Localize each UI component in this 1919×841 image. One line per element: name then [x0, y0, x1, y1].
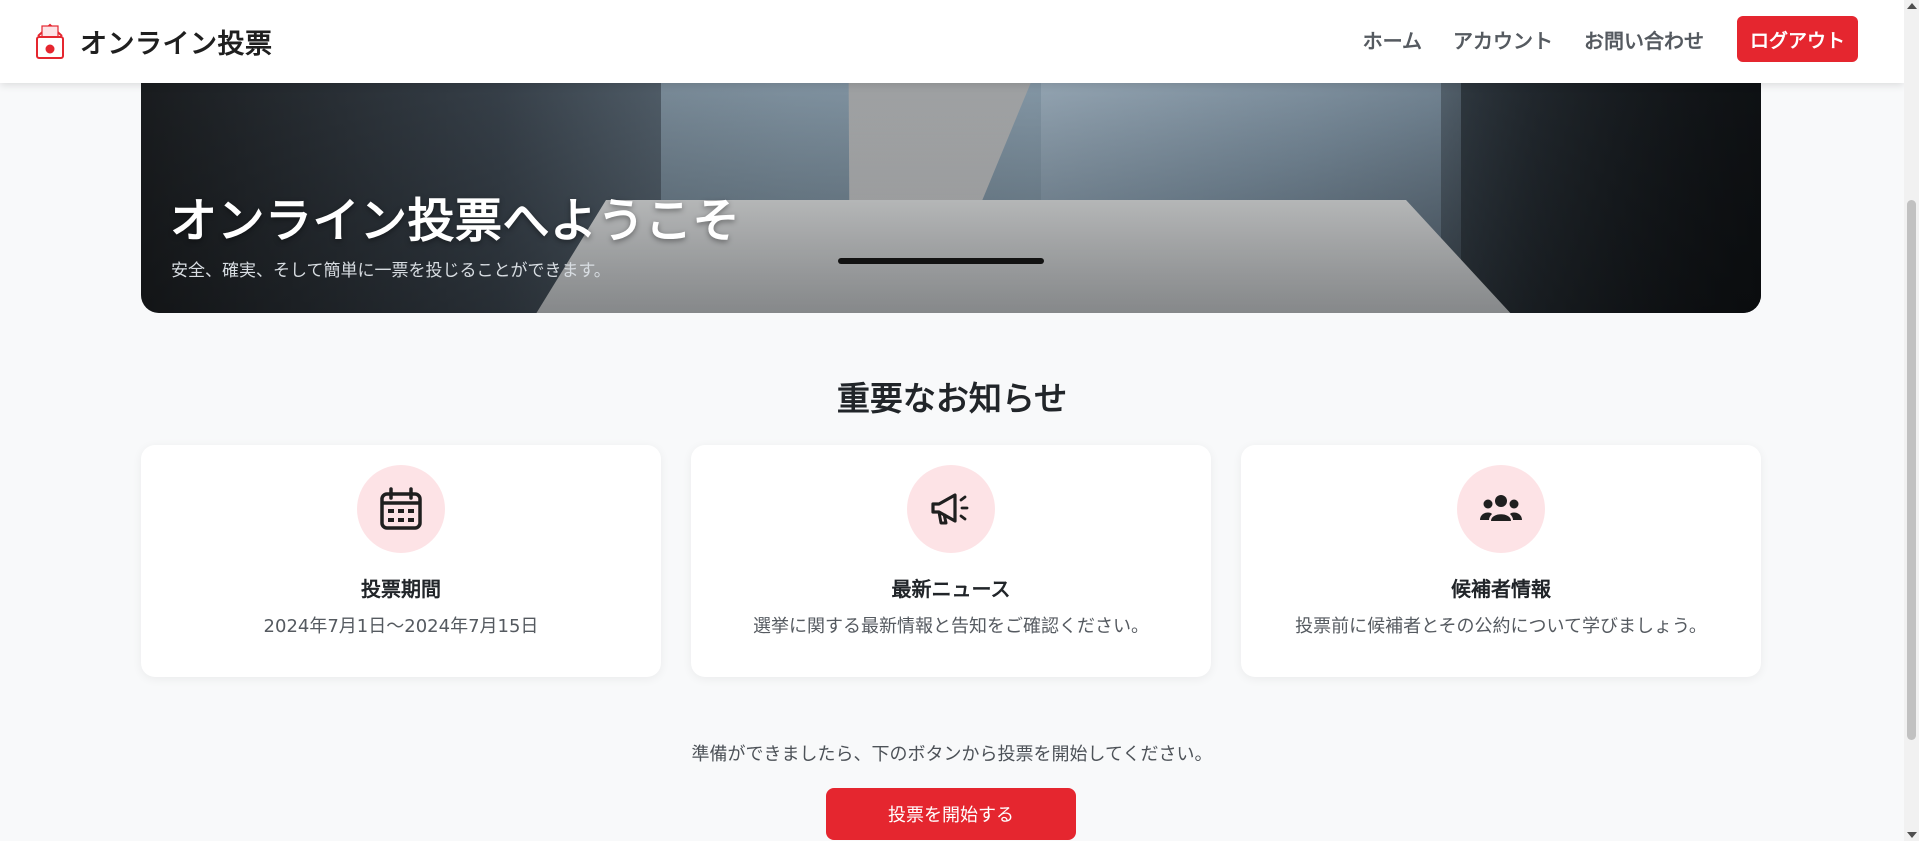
card-title: 候補者情報 [1451, 577, 1551, 601]
nav-home-link[interactable]: ホーム [1363, 25, 1422, 54]
navbar: オンライン投票 ホーム アカウント お問い合わせ ログアウト [0, 0, 1904, 83]
hero-title: オンライン投票へようこそ [170, 194, 740, 249]
card-text: 選挙に関する最新情報と告知をご確認ください。 [753, 616, 1149, 637]
scrollbar-thumb[interactable] [1907, 200, 1916, 740]
card-title: 投票期間 [361, 577, 441, 601]
card-icon-circle [907, 465, 995, 553]
page: オンライン投票へようこそ 安全、確実、そして簡単に一票を投じることができます。 … [0, 0, 1904, 841]
card-title: 最新ニュース [891, 577, 1011, 601]
calendar-icon [380, 487, 422, 530]
notice-card-candidates: 候補者情報 投票前に候補者とその公約について学びましょう。 [1241, 445, 1761, 677]
card-icon-circle [1457, 465, 1545, 553]
hero-subtitle: 安全、確実、そして簡単に一票を投じることができます。 [171, 261, 611, 281]
scroll-down-arrow-icon[interactable] [1907, 832, 1917, 838]
card-icon-circle [357, 465, 445, 553]
logout-button[interactable]: ログアウト [1737, 16, 1858, 62]
notice-card-latest-news: 最新ニュース 選挙に関する最新情報と告知をご確認ください。 [691, 445, 1211, 677]
notices-title: 重要なお知らせ [836, 379, 1068, 418]
users-icon [1480, 495, 1522, 521]
brand-name: オンライン投票 [80, 28, 273, 60]
nav-contact-link[interactable]: お問い合わせ [1584, 25, 1704, 54]
start-voting-button[interactable]: 投票を開始する [826, 788, 1076, 840]
notice-card-voting-period: 投票期間 2024年7月1日～2024年7月15日 [141, 445, 661, 677]
page-scrollbar[interactable] [1904, 0, 1919, 841]
nav-account-link[interactable]: アカウント [1453, 25, 1553, 54]
card-text: 投票前に候補者とその公約について学びましょう。 [1295, 616, 1707, 637]
brand[interactable]: オンライン投票 [34, 20, 273, 62]
scroll-up-arrow-icon[interactable] [1907, 3, 1917, 9]
nav-links: ホーム アカウント お問い合わせ ログアウト [1363, 16, 1858, 62]
megaphone-icon [931, 493, 969, 525]
cta-text: 準備ができましたら、下のボタンから投票を開始してください。 [691, 744, 1213, 765]
card-text: 2024年7月1日～2024年7月15日 [263, 616, 539, 637]
ballot-box-logo-icon [36, 23, 64, 59]
